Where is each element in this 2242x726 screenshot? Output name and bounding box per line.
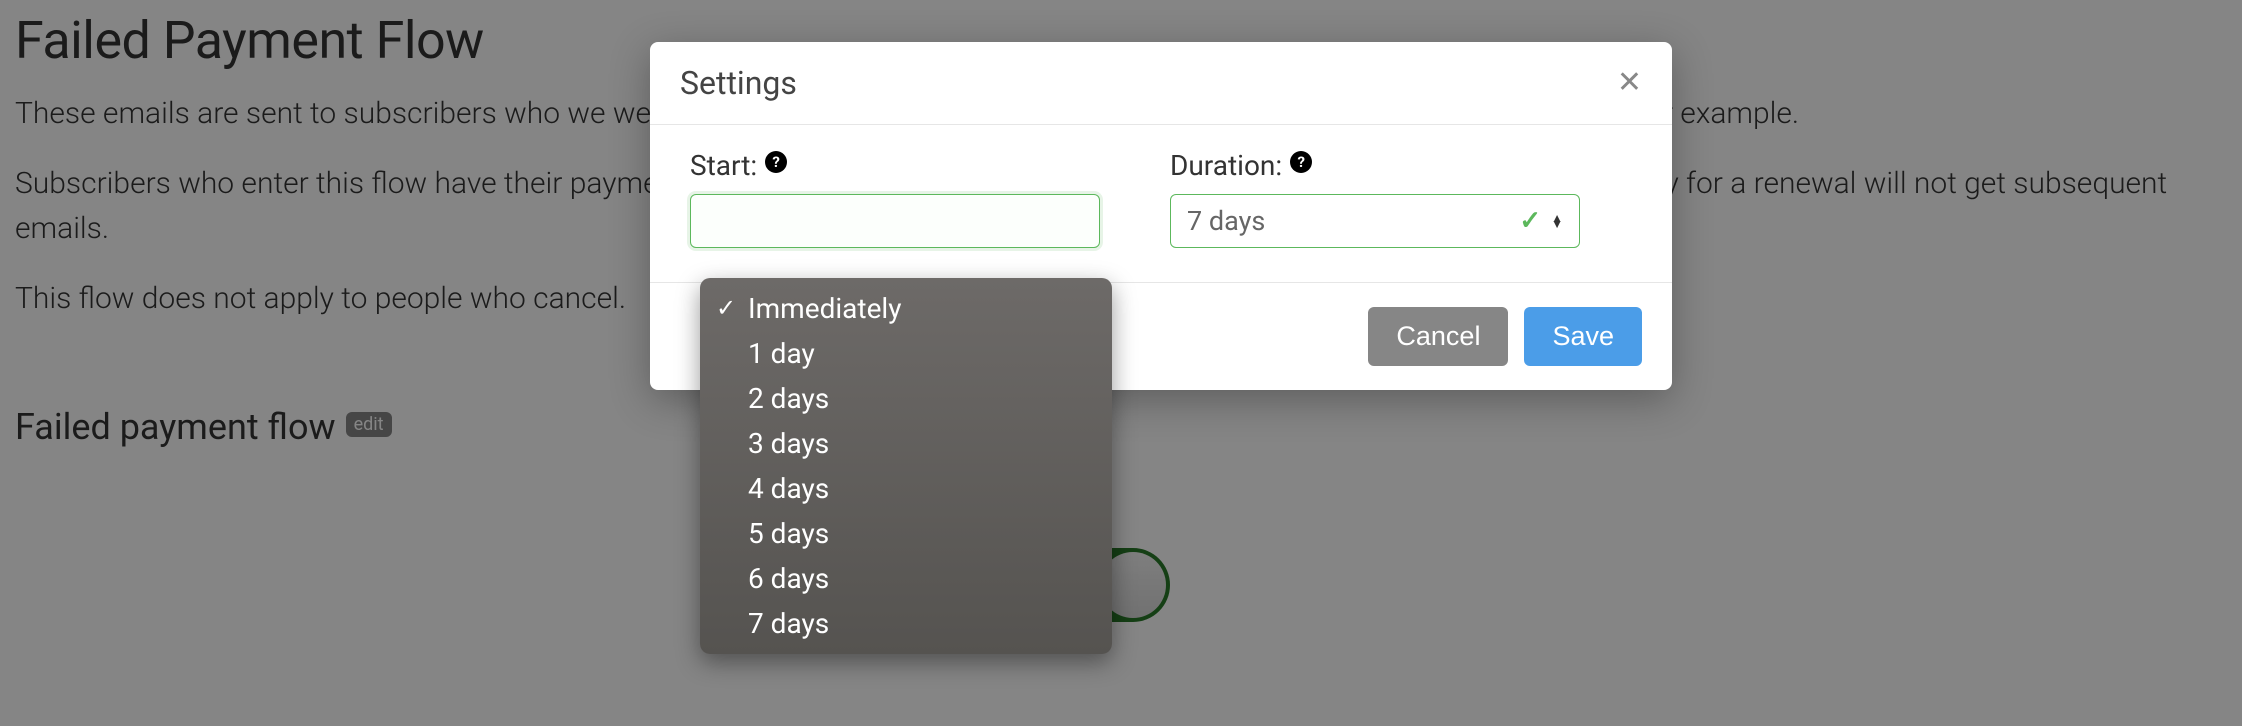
updown-icon: ▲▼ — [1551, 215, 1563, 227]
dropdown-item[interactable]: 4 days — [700, 466, 1112, 511]
dropdown-item[interactable]: 2 days — [700, 376, 1112, 421]
start-label: Start: — [690, 149, 757, 182]
duration-select[interactable]: 7 days ✓ ▲▼ — [1170, 194, 1580, 248]
duration-label: Duration: — [1170, 149, 1282, 182]
duration-field-group: Duration: ? 7 days ✓ ▲▼ — [1170, 149, 1580, 248]
dropdown-item[interactable]: 3 days — [700, 421, 1112, 466]
start-dropdown: Immediately✓1 day2 days3 days4 days5 day… — [700, 278, 1112, 654]
dropdown-item[interactable]: 7 days — [700, 601, 1112, 646]
cancel-button[interactable]: Cancel — [1368, 307, 1508, 366]
close-icon[interactable]: ✕ — [1617, 68, 1642, 98]
check-icon: ✓ — [716, 294, 736, 322]
save-button[interactable]: Save — [1524, 307, 1642, 366]
dropdown-item[interactable]: 1 day — [700, 331, 1112, 376]
duration-select-value: 7 days — [1187, 205, 1265, 237]
modal-header: Settings ✕ — [650, 42, 1672, 125]
help-icon[interactable]: ? — [765, 151, 787, 173]
duration-label-row: Duration: ? — [1170, 149, 1580, 182]
start-label-row: Start: ? — [690, 149, 1100, 182]
dropdown-item[interactable]: Immediately✓ — [700, 286, 1112, 331]
modal-body: Start: ? Duration: ? 7 days ✓ ▲▼ — [650, 125, 1672, 283]
help-icon[interactable]: ? — [1290, 151, 1312, 173]
select-indicators: ✓ ▲▼ — [1519, 206, 1563, 236]
start-field-group: Start: ? — [690, 149, 1100, 248]
dropdown-item[interactable]: 6 days — [700, 556, 1112, 601]
modal-title: Settings — [680, 64, 797, 102]
start-select[interactable] — [690, 194, 1100, 248]
checkmark-icon: ✓ — [1519, 206, 1541, 236]
dropdown-item[interactable]: 5 days — [700, 511, 1112, 556]
